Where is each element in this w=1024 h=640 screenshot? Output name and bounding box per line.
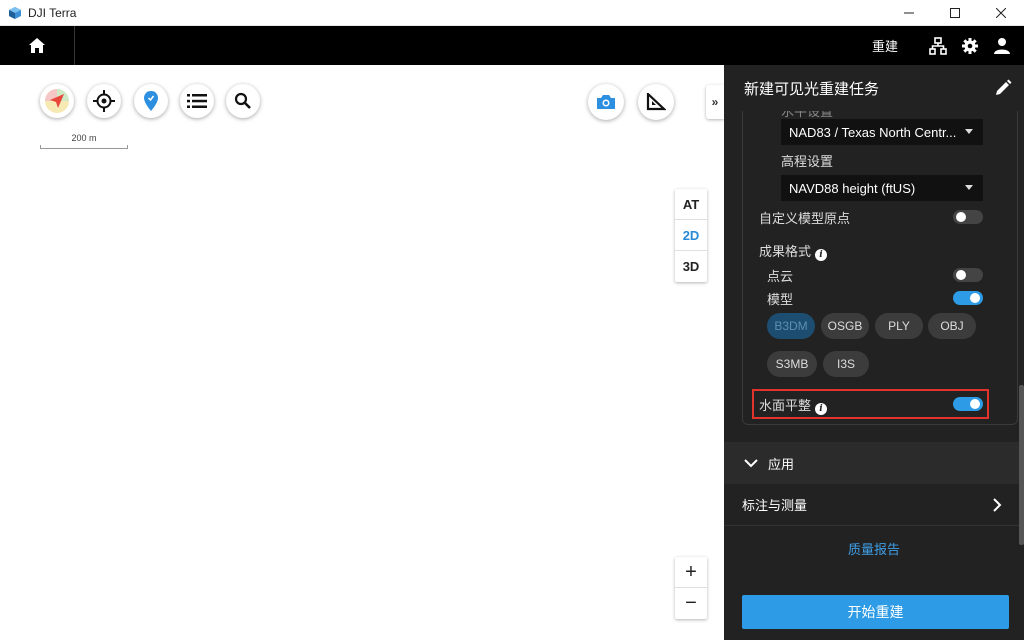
model-toggle[interactable]: [953, 291, 983, 305]
elevation-crs-value: NAVD88 height (ftUS): [789, 180, 916, 196]
custom-origin-toggle[interactable]: [953, 210, 983, 224]
map-view[interactable]: 200 m » AT 2D 3D + −: [0, 65, 724, 640]
panel-header: 新建可见光重建任务: [724, 65, 1024, 111]
set-square-ruler-icon: [646, 93, 666, 111]
maximize-button[interactable]: [932, 0, 978, 26]
start-reconstruction-button[interactable]: 开始重建: [742, 595, 1009, 629]
zoom-out-button[interactable]: −: [675, 588, 707, 619]
settings-button[interactable]: [960, 36, 980, 56]
custom-origin-label: 自定义模型原点: [759, 211, 851, 226]
title-bar: DJI Terra: [0, 0, 1024, 26]
zoom-in-button[interactable]: +: [675, 557, 707, 588]
maximize-icon: [950, 8, 960, 18]
compass-button[interactable]: [40, 84, 74, 118]
locate-button[interactable]: [87, 84, 121, 118]
zoom-controls: + −: [675, 557, 707, 619]
search-button[interactable]: [226, 84, 260, 118]
top-nav-bar: 重建: [0, 26, 1024, 65]
close-icon: [996, 8, 1006, 18]
search-icon: [234, 92, 251, 109]
horizontal-crs-value: NAD83 / Texas North Centr...: [789, 124, 957, 140]
network-button[interactable]: [928, 36, 948, 56]
scale-bar-line: [40, 145, 128, 149]
close-button[interactable]: [978, 0, 1024, 26]
panel-title: 新建可见光重建任务: [744, 80, 880, 98]
map-scale-bar: 200 m: [40, 133, 128, 149]
format-chip-osgb[interactable]: OSGB: [821, 313, 869, 339]
screenshot-button[interactable]: [588, 84, 624, 120]
water-flatten-highlight-box: [752, 389, 989, 419]
measure-section-label: 标注与测量: [742, 498, 808, 513]
toggle-knob: [956, 212, 966, 222]
elevation-crs-select[interactable]: NAVD88 height (ftUS): [781, 175, 983, 201]
output-format-label: 成果格式 i: [759, 241, 828, 261]
horizontal-crs-select[interactable]: NAD83 / Texas North Centr...: [781, 119, 983, 145]
info-icon[interactable]: i: [815, 249, 828, 261]
view-mode-at[interactable]: AT: [675, 189, 707, 220]
format-chip-b3dm[interactable]: B3DM: [767, 313, 815, 339]
scale-label: 200 m: [71, 133, 97, 143]
format-chip-i3s[interactable]: I3S: [823, 351, 869, 377]
point-cloud-toggle[interactable]: [953, 268, 983, 282]
view-mode-switch: AT 2D 3D: [675, 189, 707, 282]
chevron-right-icon: [993, 498, 1002, 512]
compass-icon: [45, 89, 69, 113]
minimize-icon: [904, 12, 914, 14]
app-root: DJI Terra 重建 200 m » AT 2D 3D + − 新建可见光重…: [0, 0, 1024, 640]
view-mode-2d[interactable]: 2D: [675, 220, 707, 251]
account-button[interactable]: [992, 36, 1012, 56]
home-button[interactable]: [0, 26, 75, 65]
rebuild-nav-label[interactable]: 重建: [872, 36, 898, 55]
model-label: 模型: [767, 292, 794, 307]
view-mode-3d[interactable]: 3D: [675, 251, 707, 282]
window-title: DJI Terra: [28, 5, 77, 20]
output-format-text: 成果格式: [759, 244, 812, 259]
format-chip-obj[interactable]: OBJ: [928, 313, 976, 339]
home-icon: [29, 37, 45, 53]
toggle-knob: [956, 270, 966, 280]
point-cloud-label: 点云: [767, 269, 794, 284]
user-icon: [994, 37, 1010, 54]
list-button[interactable]: [180, 84, 214, 118]
elevation-setting-label: 高程设置: [781, 154, 834, 169]
apply-section-header[interactable]: 应用: [724, 442, 1024, 484]
minimize-button[interactable]: [886, 0, 932, 26]
panel-scrollbar[interactable]: [1019, 385, 1024, 545]
format-chip-ply[interactable]: PLY: [875, 313, 923, 339]
measure-tool-button[interactable]: [638, 84, 674, 120]
gear-icon: [962, 37, 978, 54]
edit-pencil-icon[interactable]: [994, 79, 1012, 97]
chevron-down-icon: [965, 185, 973, 190]
measure-section-row[interactable]: 标注与测量: [724, 484, 1024, 526]
reconstruction-settings-box: 水平设置 NAD83 / Texas North Centr... 高程设置 N…: [742, 111, 1018, 425]
crosshair-icon: [93, 90, 115, 112]
chevron-down-icon: [965, 129, 973, 134]
nav-right-group: 重建: [872, 26, 1012, 65]
quality-report-link[interactable]: 质量报告: [724, 527, 1024, 569]
panel-collapse-toggle[interactable]: »: [706, 85, 724, 119]
apply-section-label: 应用: [768, 456, 795, 472]
camera-icon: [597, 95, 615, 109]
task-settings-panel: 新建可见光重建任务 水平设置 NAD83 / Texas North Centr…: [724, 65, 1024, 640]
map-pin-icon: [144, 91, 158, 111]
window-controls: [886, 0, 1024, 26]
toggle-knob: [970, 293, 980, 303]
format-chip-s3mb[interactable]: S3MB: [767, 351, 817, 377]
network-icon: [929, 36, 947, 55]
dji-terra-logo-icon: [9, 6, 21, 19]
pin-button[interactable]: [134, 84, 168, 118]
list-icon: [187, 94, 207, 108]
chevron-down-icon: [744, 459, 758, 468]
